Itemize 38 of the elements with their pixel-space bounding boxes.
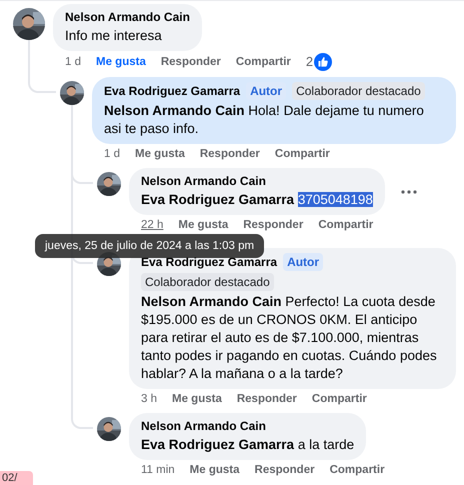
author-name[interactable]: Eva Rodriguez Gamarra <box>104 83 240 99</box>
action-link[interactable]: Responder <box>236 391 297 407</box>
author-name[interactable]: Nelson Armando Cain <box>141 173 266 189</box>
author-name[interactable]: Nelson Armando Cain <box>141 418 266 434</box>
comment-text: Eva Rodriguez Gamarra a la tarde <box>141 436 354 454</box>
comment-text: Info me interesa <box>65 27 163 45</box>
like-link[interactable]: Me gusta <box>172 391 222 407</box>
reaction-count: 2 <box>306 54 314 70</box>
like-link[interactable]: Me gusta <box>178 217 228 233</box>
timestamp-link[interactable]: 3 h <box>141 391 157 407</box>
action-link[interactable]: Responder <box>160 54 221 70</box>
action-link[interactable]: Responder <box>200 146 260 162</box>
action-link[interactable]: Compartir <box>318 217 374 233</box>
date-tooltip: jueves, 25 de julio de 2024 a las 1:03 pm <box>35 234 264 258</box>
action-link[interactable]: Responder <box>254 462 315 478</box>
role-badge: Colaborador destacado <box>141 273 274 291</box>
action-link[interactable]: Compartir <box>312 391 367 407</box>
timestamp-link[interactable]: 11 min <box>141 462 175 478</box>
timestamp-link[interactable]: 22 h <box>141 217 164 233</box>
timestamp-link[interactable]: 1 d <box>65 54 81 70</box>
more-icon <box>400 190 417 194</box>
like-link[interactable]: Me gusta <box>96 54 146 70</box>
author-name[interactable]: Nelson Armando Cain <box>65 9 190 25</box>
comment-text: Nelson Armando Cain Perfecto! La cuota desde $195.000 es de un CRONOS 0KM. El anticipo para retirar el auto es de $7.100.000, mientras tanto podes ir pagando en cuotas. Cuándo podes hablar? A la mañana o a la tarde? <box>141 293 438 383</box>
date-tag: 02/ <box>0 471 33 485</box>
role-badge: Autor <box>246 82 286 100</box>
role-badge: Colaborador destacado <box>292 82 425 100</box>
action-link[interactable]: Compartir <box>330 462 385 478</box>
like-link[interactable]: Me gusta <box>190 462 240 478</box>
comment-text: Eva Rodriguez Gamarra 3705048198 <box>141 191 373 209</box>
role-badge: Autor <box>283 253 324 271</box>
comment-text: Nelson Armando Cain Hola! Dale dejame tu numero asi te paso info. <box>104 102 425 138</box>
action-link[interactable]: Compartir <box>274 146 330 162</box>
like-icon[interactable] <box>314 53 332 71</box>
action-link[interactable]: Responder <box>243 217 304 233</box>
timestamp-link[interactable]: 1 d <box>104 146 120 162</box>
action-link[interactable]: Compartir <box>236 54 291 70</box>
like-link[interactable]: Me gusta <box>135 146 185 162</box>
